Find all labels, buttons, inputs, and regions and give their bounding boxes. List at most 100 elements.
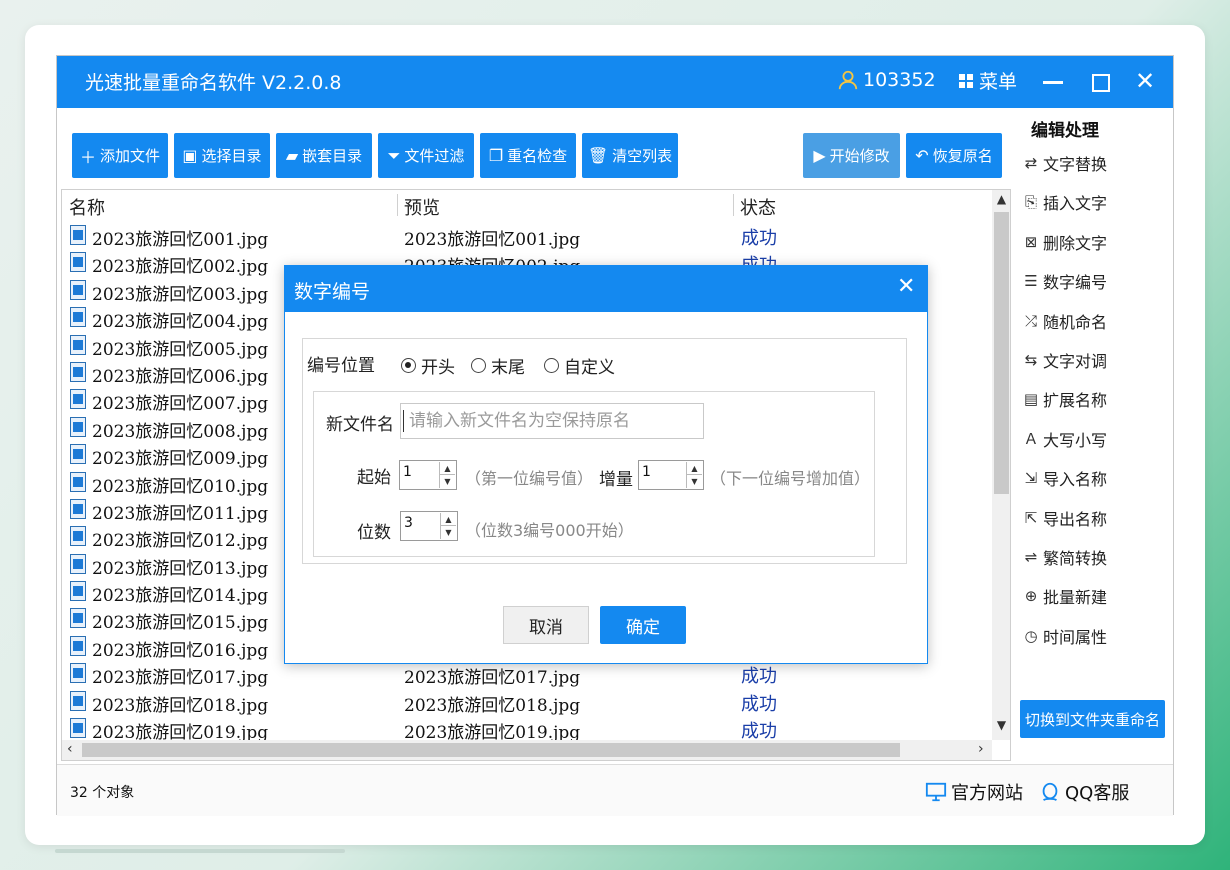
radio-start-label: 开头 (421, 358, 455, 378)
close-button[interactable]: ✕ (1130, 66, 1160, 96)
user-account[interactable]: 103352 (837, 69, 936, 91)
table-row[interactable]: 2023旅游回忆018.jpg 2023旅游回忆018.jpg 成功 (62, 688, 992, 716)
table-row[interactable]: 2023旅游回忆019.jpg 2023旅游回忆019.jpg 成功 (62, 715, 992, 743)
ok-button[interactable]: 确定 (600, 606, 686, 644)
nested-dir-label: 嵌套目录 (302, 147, 363, 165)
status-bar: 32 个对象 官方网站 QQ客服 (57, 764, 1173, 816)
stepper-arrows[interactable]: ▲ ▼ (439, 462, 455, 488)
sidebar-item-6[interactable]: ▤ 扩展名称 (1021, 387, 1121, 411)
sidebar-item-label: 大写小写 (1043, 430, 1108, 450)
nested-dir-button[interactable]: ▰ 嵌套目录 (276, 133, 372, 178)
sidebar-item-2[interactable]: ⊠ 删除文字 (1021, 230, 1121, 254)
official-website-link[interactable]: 官方网站 (925, 779, 1023, 805)
add-file-button[interactable]: ＋添加文件 (72, 133, 168, 178)
sidebar-item-10[interactable]: ⇌ 繁简转换 (1021, 545, 1121, 569)
increment-label: 增量 (599, 470, 633, 490)
sidebar-item-12[interactable]: ◷ 时间属性 (1021, 624, 1121, 648)
sidebar-item-5[interactable]: ⇆ 文字对调 (1021, 348, 1121, 372)
stepper-arrows[interactable]: ▲ ▼ (440, 513, 456, 539)
sidebar-item-3[interactable]: ☰ 数字编号 (1021, 269, 1121, 293)
minimize-button[interactable] (1038, 66, 1068, 96)
start-hint: （第一位编号值） (465, 469, 594, 488)
new-file-icon: ⊕ (1024, 587, 1038, 606)
radio-start[interactable]: 开头 (401, 353, 455, 378)
increment-value: 1 (642, 464, 651, 480)
restore-name-button[interactable]: ↶ 恢复原名 (906, 133, 1002, 178)
scroll-up-icon[interactable]: ▲ (992, 192, 1010, 206)
convert-icon: ⇌ (1024, 548, 1038, 566)
stepper-down-icon[interactable]: ▼ (440, 475, 455, 488)
header-status[interactable]: 状态 (740, 194, 776, 220)
stepper-up-icon[interactable]: ▲ (441, 513, 456, 526)
dialog-title: 数字编号 (294, 281, 371, 303)
file-name: 2023旅游回忆011.jpg (92, 503, 269, 524)
scroll-left-icon[interactable]: ‹ (67, 741, 73, 757)
user-id: 103352 (863, 69, 936, 91)
menu-button[interactable]: 菜单 (959, 67, 1017, 94)
stepper-arrows[interactable]: ▲ ▼ (686, 462, 702, 488)
horizontal-scrollbar[interactable]: ‹ › (62, 740, 992, 760)
scroll-right-icon[interactable]: › (978, 741, 984, 757)
sidebar-item-4[interactable]: ⤮ 随机命名 (1021, 309, 1121, 333)
maximize-button[interactable] (1084, 66, 1114, 96)
scroll-down-icon[interactable]: ▼ (992, 718, 1010, 732)
image-file-icon (70, 663, 86, 684)
new-name-label: 新文件名 (326, 415, 394, 435)
file-name: 2023旅游回忆001.jpg (92, 230, 269, 250)
vertical-scroll-thumb[interactable] (994, 212, 1009, 494)
image-file-icon (70, 635, 86, 656)
header-name[interactable]: 名称 (69, 194, 105, 220)
table-row[interactable]: 2023旅游回忆001.jpg 2023旅游回忆001.jpg 成功 (62, 222, 992, 250)
sidebar-item-11[interactable]: ⊕ 批量新建 (1021, 584, 1121, 608)
file-preview: 2023旅游回忆017.jpg (404, 668, 581, 689)
header-preview[interactable]: 预览 (404, 194, 440, 220)
stepper-up-icon[interactable]: ▲ (687, 462, 702, 475)
radio-custom[interactable]: 自定义 (544, 353, 615, 378)
vertical-scrollbar[interactable]: ▲ ▼ (992, 190, 1010, 740)
digits-stepper[interactable]: 3 ▲ ▼ (400, 511, 458, 541)
sidebar-item-7[interactable]: Ａ 大写小写 (1021, 427, 1121, 451)
cancel-button[interactable]: 取消 (503, 606, 589, 644)
file-name: 2023旅游回忆005.jpg (92, 339, 269, 360)
qq-support-link[interactable]: QQ客服 (1039, 779, 1129, 805)
column-separator[interactable] (397, 194, 398, 216)
stepper-down-icon[interactable]: ▼ (441, 526, 456, 539)
rename-check-button[interactable]: ❐ 重名检查 (480, 133, 576, 178)
start-modify-button[interactable]: ▶ 开始修改 (803, 133, 900, 178)
switch-folder-rename-button[interactable]: 切换到文件夹重命名 (1020, 700, 1165, 738)
folder-open-icon: ▰ (285, 146, 299, 165)
sidebar-item-9[interactable]: ⇱ 导出名称 (1021, 506, 1121, 530)
sidebar-item-8[interactable]: ⇲ 导入名称 (1021, 466, 1121, 490)
extension-icon: ▤ (1023, 390, 1039, 409)
horizontal-scroll-thumb[interactable] (82, 743, 900, 757)
website-label: 官方网站 (951, 783, 1023, 804)
increment-stepper[interactable]: 1 ▲ ▼ (638, 460, 704, 490)
file-name: 2023旅游回忆010.jpg (92, 476, 269, 497)
radio-custom-label: 自定义 (564, 358, 615, 378)
sidebar-item-0[interactable]: ⇄ 文字替换 (1021, 151, 1121, 175)
numbering-dialog: 数字编号 ✕ 编号位置 开头 末尾 自定义 新文件名 起始 1 ▲▼ （第一位编… (284, 265, 928, 664)
select-dir-button[interactable]: ▣ 选择目录 (174, 133, 270, 178)
radio-end[interactable]: 末尾 (471, 353, 525, 378)
table-row[interactable]: 2023旅游回忆017.jpg 2023旅游回忆017.jpg 成功 (62, 660, 992, 689)
stepper-down-icon[interactable]: ▼ (687, 475, 702, 488)
file-name: 2023旅游回忆007.jpg (92, 394, 269, 415)
new-name-input[interactable] (400, 403, 704, 439)
qq-icon (1042, 782, 1058, 802)
copy-check-icon: ❐ (488, 146, 504, 165)
sidebar-item-1[interactable]: ⎘ 插入文字 (1021, 190, 1121, 214)
stepper-up-icon[interactable]: ▲ (440, 462, 455, 475)
qq-label: QQ客服 (1065, 783, 1130, 804)
start-stepper[interactable]: 1 ▲ ▼ (399, 460, 457, 490)
app-title: 光速批量重命名软件 V2.2.0.8 (85, 72, 342, 94)
image-file-icon (70, 526, 86, 547)
radio-selected-icon (401, 358, 416, 373)
dialog-close-icon[interactable]: ✕ (897, 274, 915, 299)
file-filter-button[interactable]: ⏷ 文件过滤 (378, 133, 474, 178)
clear-list-button[interactable]: 🗑 清空列表 (582, 133, 678, 178)
image-file-icon (70, 225, 86, 245)
number-list-icon: ☰ (1024, 272, 1038, 291)
column-separator[interactable] (733, 194, 734, 216)
export-icon: ⇱ (1024, 508, 1038, 527)
file-name: 2023旅游回忆003.jpg (92, 284, 269, 305)
